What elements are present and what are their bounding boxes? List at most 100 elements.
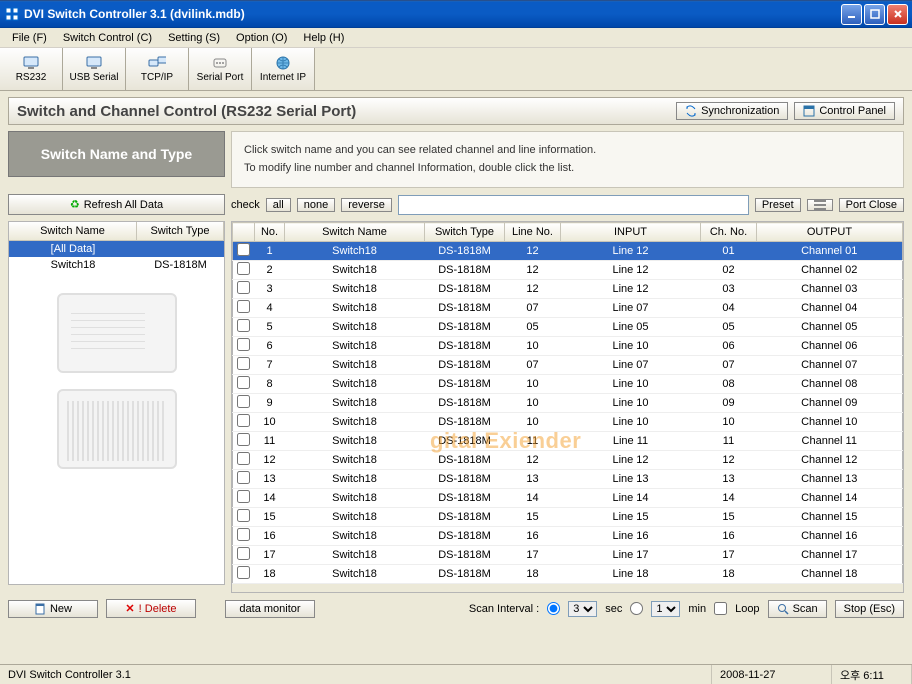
interval-sec-select[interactable]: 3 (568, 601, 597, 617)
row-checkbox[interactable] (237, 414, 250, 427)
cell-ln: 07 (505, 356, 561, 375)
switch-list-row[interactable]: [All Data] (9, 241, 224, 257)
menu-setting[interactable]: Setting (S) (160, 30, 228, 46)
row-checkbox[interactable] (237, 528, 250, 541)
col-output[interactable]: OUTPUT (757, 223, 903, 242)
preset-button[interactable]: Preset (755, 198, 801, 212)
table-row[interactable]: 13Switch18DS-1818M13Line 1313Channel 13 (233, 470, 903, 489)
cell-in: Line 10 (561, 413, 701, 432)
table-row[interactable]: 6Switch18DS-1818M10Line 1006Channel 06 (233, 337, 903, 356)
interval-sec-radio[interactable] (547, 602, 560, 615)
cell-sn: Switch18 (285, 261, 425, 280)
switch-list: Switch Name Switch Type [All Data]Switch… (8, 221, 225, 585)
cell-sn: Switch18 (285, 337, 425, 356)
table-row[interactable]: 16Switch18DS-1818M16Line 1616Channel 16 (233, 527, 903, 546)
check-none-button[interactable]: none (297, 198, 335, 212)
cell-in: Line 05 (561, 318, 701, 337)
col-checkbox[interactable] (233, 223, 255, 242)
cell-in: Line 12 (561, 261, 701, 280)
table-row[interactable]: 10Switch18DS-1818M10Line 1010Channel 10 (233, 413, 903, 432)
table-row[interactable]: 8Switch18DS-1818M10Line 1008Channel 08 (233, 375, 903, 394)
cell-sn: Switch18 (285, 318, 425, 337)
toolbar-rs232[interactable]: RS232 (0, 48, 63, 90)
row-checkbox[interactable] (237, 300, 250, 313)
switch-list-row[interactable]: Switch18DS-1818M (9, 257, 224, 273)
col-no[interactable]: No. (255, 223, 285, 242)
table-row[interactable]: 7Switch18DS-1818M07Line 0707Channel 07 (233, 356, 903, 375)
preset-icon-button[interactable] (807, 199, 833, 211)
table-row[interactable]: 12Switch18DS-1818M12Line 1212Channel 12 (233, 451, 903, 470)
menu-option[interactable]: Option (O) (228, 30, 295, 46)
table-row[interactable]: 1Switch18DS-1818M12Line 1201Channel 01 (233, 242, 903, 261)
maximize-button[interactable] (864, 4, 885, 25)
table-row[interactable]: 9Switch18DS-1818M10Line 1009Channel 09 (233, 394, 903, 413)
toolbar-serial-port[interactable]: Serial Port (189, 48, 252, 90)
synchronization-button[interactable]: Synchronization (676, 102, 788, 120)
close-button[interactable] (887, 4, 908, 25)
cell-st: DS-1818M (425, 375, 505, 394)
cell-in: Line 12 (561, 451, 701, 470)
row-checkbox[interactable] (237, 262, 250, 275)
row-checkbox[interactable] (237, 547, 250, 560)
col-switch-name[interactable]: Switch Name (285, 223, 425, 242)
toolbar-internet-ip[interactable]: Internet IP (252, 48, 315, 90)
col-input[interactable]: INPUT (561, 223, 701, 242)
refresh-all-button[interactable]: ♻ Refresh All Data (8, 194, 225, 215)
row-checkbox[interactable] (237, 490, 250, 503)
delete-button[interactable]: ✕ ! Delete (106, 599, 196, 618)
cell-no: 5 (255, 318, 285, 337)
scan-button[interactable]: Scan (768, 600, 827, 618)
cell-sn: Switch18 (285, 280, 425, 299)
check-reverse-button[interactable]: reverse (341, 198, 392, 212)
col-switch-type[interactable]: Switch Type (137, 222, 224, 240)
col-line-no[interactable]: Line No. (505, 223, 561, 242)
check-all-button[interactable]: all (266, 198, 291, 212)
toolbar-usb-serial[interactable]: USB Serial (63, 48, 126, 90)
table-row[interactable]: 17Switch18DS-1818M17Line 1717Channel 17 (233, 546, 903, 565)
menu-switch-control[interactable]: Switch Control (C) (55, 30, 160, 46)
menu-help[interactable]: Help (H) (295, 30, 352, 46)
col-switch-type[interactable]: Switch Type (425, 223, 505, 242)
row-checkbox[interactable] (237, 509, 250, 522)
filter-input[interactable] (398, 195, 749, 215)
cell-cn: 02 (701, 261, 757, 280)
cell-sn: Switch18 (285, 299, 425, 318)
row-checkbox[interactable] (237, 395, 250, 408)
new-button[interactable]: New (8, 600, 98, 618)
cell-cn: 05 (701, 318, 757, 337)
data-monitor-button[interactable]: data monitor (225, 600, 315, 618)
toolbar-tcpip[interactable]: TCP/IP (126, 48, 189, 90)
col-ch-no[interactable]: Ch. No. (701, 223, 757, 242)
row-checkbox[interactable] (237, 338, 250, 351)
interval-min-select[interactable]: 1 (651, 601, 680, 617)
row-checkbox[interactable] (237, 452, 250, 465)
row-checkbox[interactable] (237, 471, 250, 484)
row-checkbox[interactable] (237, 357, 250, 370)
port-icon (211, 55, 229, 71)
interval-min-radio[interactable] (630, 602, 643, 615)
cell-ln: 13 (505, 470, 561, 489)
loop-checkbox[interactable] (714, 602, 727, 615)
table-row[interactable]: 4Switch18DS-1818M07Line 0704Channel 04 (233, 299, 903, 318)
col-switch-name[interactable]: Switch Name (9, 222, 137, 240)
row-checkbox[interactable] (237, 281, 250, 294)
cell-out: Channel 02 (757, 261, 903, 280)
row-checkbox[interactable] (237, 376, 250, 389)
cell-ln: 12 (505, 261, 561, 280)
menu-file[interactable]: File (F) (4, 30, 55, 46)
port-close-button[interactable]: Port Close (839, 198, 904, 212)
row-checkbox[interactable] (237, 243, 250, 256)
minimize-button[interactable] (841, 4, 862, 25)
row-checkbox[interactable] (237, 433, 250, 446)
table-row[interactable]: 11Switch18DS-1818M11Line 1111Channel 11 (233, 432, 903, 451)
row-checkbox[interactable] (237, 566, 250, 579)
row-checkbox[interactable] (237, 319, 250, 332)
table-row[interactable]: 3Switch18DS-1818M12Line 1203Channel 03 (233, 280, 903, 299)
table-row[interactable]: 5Switch18DS-1818M05Line 0505Channel 05 (233, 318, 903, 337)
control-panel-button[interactable]: Control Panel (794, 102, 895, 120)
stop-button[interactable]: Stop (Esc) (835, 600, 904, 618)
table-row[interactable]: 2Switch18DS-1818M12Line 1202Channel 02 (233, 261, 903, 280)
table-row[interactable]: 15Switch18DS-1818M15Line 1515Channel 15 (233, 508, 903, 527)
table-row[interactable]: 14Switch18DS-1818M14Line 1414Channel 14 (233, 489, 903, 508)
table-row[interactable]: 18Switch18DS-1818M18Line 1818Channel 18 (233, 565, 903, 584)
